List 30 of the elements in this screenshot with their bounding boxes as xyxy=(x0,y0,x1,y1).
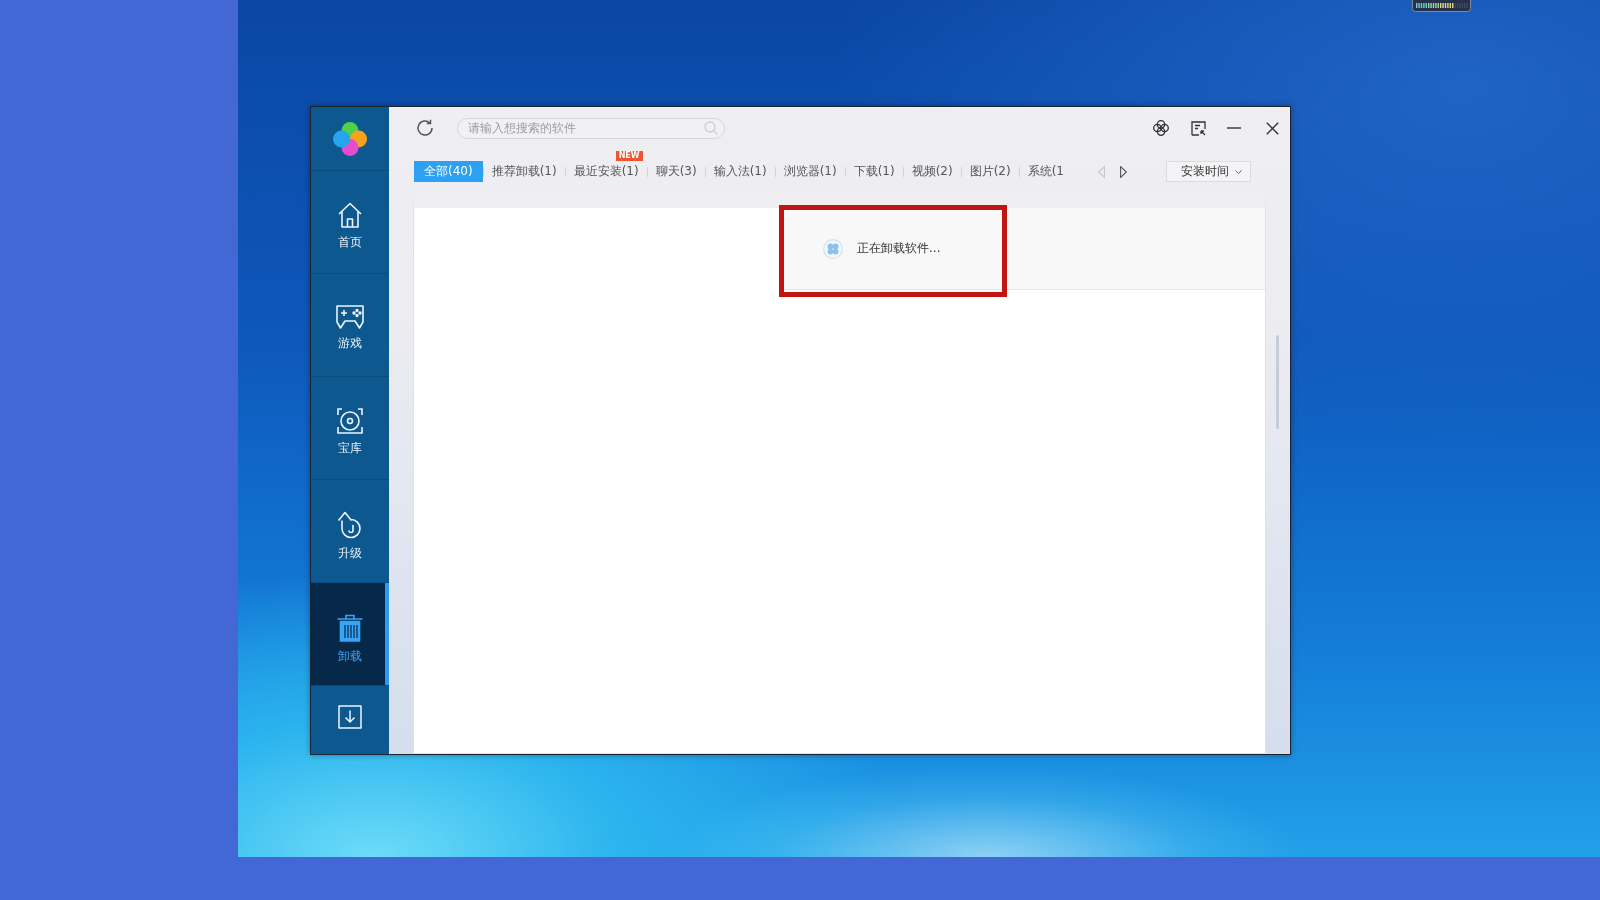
category-tab[interactable]: 最近安装(1) xyxy=(565,161,647,182)
scrollbar-thumb[interactable] xyxy=(1276,335,1279,429)
refresh-icon[interactable] xyxy=(416,119,434,137)
category-tab[interactable]: 下载(1) xyxy=(845,161,903,182)
category-tab[interactable]: 系统(1 xyxy=(1019,161,1072,182)
caret-right-icon[interactable] xyxy=(1120,165,1127,178)
circular-arrow-icon xyxy=(337,511,363,539)
category-tab[interactable]: 视频(2) xyxy=(903,161,961,182)
category-tab[interactable]: 聊天(3) xyxy=(647,161,705,182)
search-field[interactable]: 请输入想搜索的软件 xyxy=(457,117,725,139)
sidebar-item[interactable]: 卸载 xyxy=(311,583,389,686)
category-tab[interactable]: 推荐卸载(1) xyxy=(483,161,565,182)
sort-dropdown[interactable]: 安装时间 xyxy=(1166,161,1251,182)
gamepad-icon xyxy=(336,305,364,329)
close-icon[interactable] xyxy=(1266,121,1279,135)
clover-outline-icon[interactable] xyxy=(1153,120,1169,136)
clover-spinner-icon xyxy=(823,238,843,259)
category-tab[interactable]: 图片(2) xyxy=(961,161,1019,182)
category-tab[interactable]: 输入法(1) xyxy=(705,161,775,182)
disc-icon xyxy=(337,408,363,434)
new-badge: NEW xyxy=(615,151,643,161)
chevron-down-icon xyxy=(1235,169,1242,174)
meter-gadget-icon xyxy=(1412,0,1471,12)
loading-text: 正在卸载软件... xyxy=(857,240,941,257)
home-icon xyxy=(338,202,362,228)
trash-icon xyxy=(337,614,363,642)
download-icon xyxy=(338,705,362,729)
category-tab[interactable]: 浏览器(1) xyxy=(775,161,845,182)
window-arrow-icon[interactable] xyxy=(1191,120,1206,136)
clover-logo-icon[interactable] xyxy=(333,121,367,156)
